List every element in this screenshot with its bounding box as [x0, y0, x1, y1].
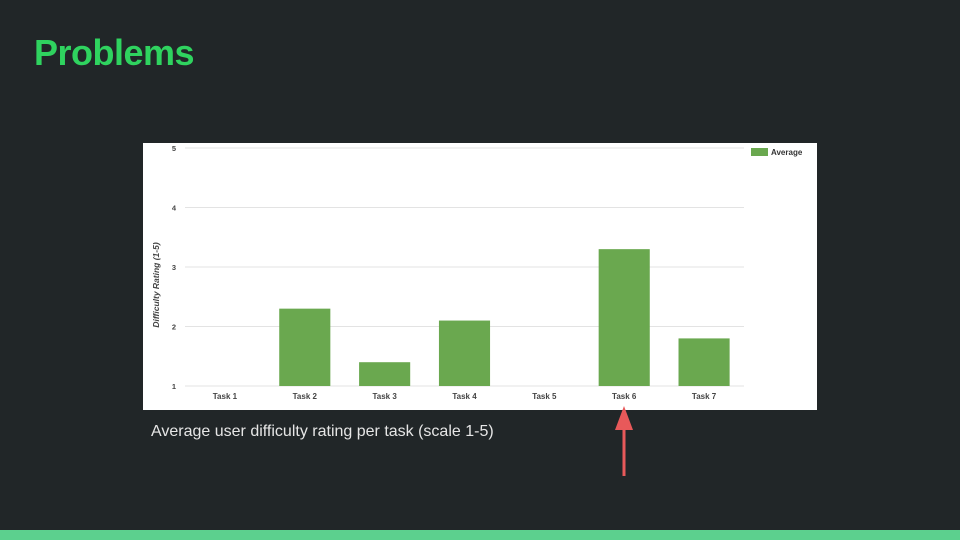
bars [279, 249, 730, 386]
legend-swatch [751, 148, 768, 156]
chart-panel: 12345 Task 1 Task 2 Task 3 Task 4 Task 5 Task… [143, 143, 817, 410]
footer-accent-bar [0, 530, 960, 540]
y-axis-label: Difficulty Rating (1-5) [151, 242, 161, 327]
x-tick-label: Task 3 [372, 392, 397, 401]
x-tick-label: Task 4 [452, 392, 477, 401]
up-arrow-icon [615, 406, 633, 476]
y-tick-label: 5 [172, 144, 176, 153]
x-tick-label: Task 7 [692, 392, 717, 401]
y-tick-label: 2 [172, 323, 176, 332]
legend: Average [751, 148, 803, 157]
x-tick-label: Task 5 [532, 392, 557, 401]
y-tick-label: 1 [172, 382, 176, 391]
x-tick-label: Task 6 [612, 392, 637, 401]
y-tick-label: 3 [172, 263, 176, 272]
x-tick-label: Task 1 [213, 392, 238, 401]
bar-chart: 12345 Task 1 Task 2 Task 3 Task 4 Task 5 Task… [151, 144, 803, 401]
bar-task-3 [359, 362, 411, 386]
bar-task-6 [598, 249, 650, 386]
y-tick-label: 4 [172, 204, 177, 213]
bar-task-7 [678, 338, 730, 386]
bar-task-2 [279, 308, 331, 386]
x-tick-label: Task 2 [293, 392, 318, 401]
chart-caption: Average user difficulty rating per task … [151, 423, 494, 440]
legend-label: Average [771, 148, 803, 157]
bar-task-4 [438, 320, 491, 386]
x-tick-labels: Task 1 Task 2 Task 3 Task 4 Task 5 Task 6 Task… [213, 392, 717, 401]
slide-title: Problems [34, 32, 195, 73]
y-tick-labels: 1 2 3 4 5 [172, 144, 177, 391]
